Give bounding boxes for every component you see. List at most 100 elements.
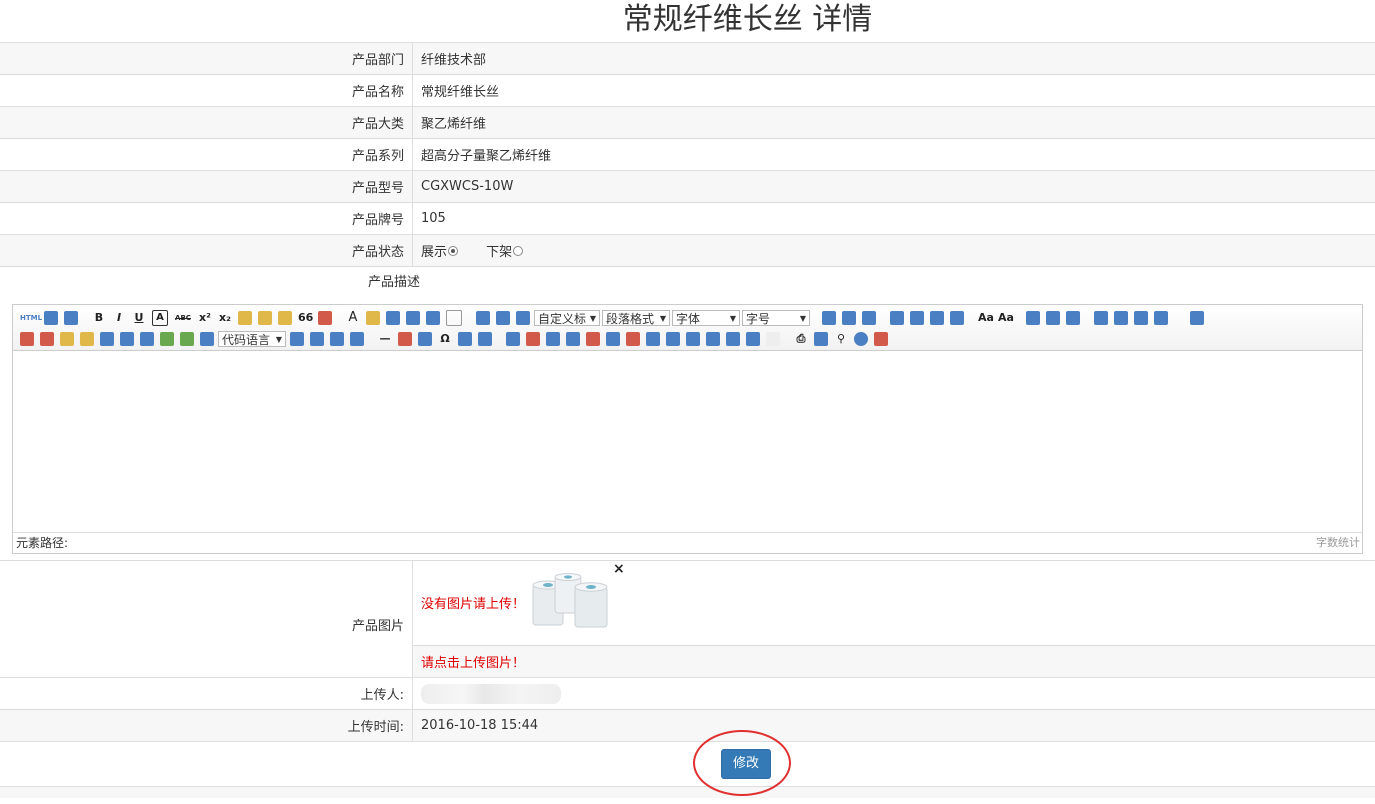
html-source-button[interactable]: HTML [20,311,42,325]
remove-image-close-icon[interactable]: × [613,561,625,577]
emotion-icon[interactable] [60,331,74,346]
insert-video-icon[interactable] [100,331,114,346]
attachment-icon[interactable] [140,331,154,346]
subscript-icon[interactable]: x₂ [218,311,232,325]
align-center-icon[interactable] [910,310,924,325]
align-justify-icon[interactable] [950,310,964,325]
rtl-icon[interactable] [842,310,856,325]
line-height-icon[interactable] [516,310,530,325]
split-to-rows-icon[interactable] [726,331,740,346]
page-break-icon[interactable] [310,331,324,346]
font-size-select[interactable]: 字号 ▼ [742,309,810,326]
horizontal-rule-icon[interactable]: — [378,332,392,346]
merge-cells-icon[interactable] [646,331,660,346]
print-icon[interactable]: ⎙ [794,332,808,346]
editor-statusbar: 元素路径: 字数统计 [13,532,1362,553]
font-border-icon[interactable]: A [152,309,168,326]
music-icon[interactable] [120,331,134,346]
chart-icon[interactable] [766,331,780,346]
lowercase-icon[interactable]: Aa [998,311,1014,325]
row-spacing-bottom-icon[interactable] [496,310,510,325]
paste-text-icon[interactable] [318,310,332,325]
ltr-icon[interactable] [822,310,836,325]
snapscreen-icon[interactable] [478,331,492,346]
redo-icon[interactable] [64,310,78,325]
time-icon[interactable] [418,331,432,346]
anchor-icon[interactable] [1066,310,1080,325]
indent-icon[interactable] [862,310,876,325]
image-center-icon[interactable] [1154,310,1168,325]
editor-content-area[interactable] [13,351,1362,531]
scrawl-icon[interactable] [80,331,94,346]
link-icon[interactable] [1026,310,1040,325]
image-left-icon[interactable] [1114,310,1128,325]
web-app-icon[interactable] [290,331,304,346]
uppercase-icon[interactable]: Aa [978,311,994,325]
special-chars-icon[interactable]: Ω [438,332,452,346]
template-icon[interactable] [330,331,344,346]
paragraph-format-select[interactable]: 段落格式 ▼ [602,309,670,326]
bold-button[interactable]: B [92,311,106,325]
align-right-icon[interactable] [930,310,944,325]
map-icon[interactable] [160,331,174,346]
background-icon[interactable] [350,331,364,346]
radio-checked-icon[interactable] [448,245,459,256]
custom-title-select[interactable]: 自定义标 ▼ [534,309,600,326]
modify-button[interactable]: 修改 [721,749,771,779]
merge-right-icon[interactable] [666,331,680,346]
help-icon[interactable] [854,331,868,346]
unlink-icon[interactable] [1046,310,1060,325]
font-color-button[interactable]: A [346,310,360,325]
search-replace-icon[interactable]: ⚲ [834,332,848,346]
upload-cell[interactable]: 请点击上传图片！ [412,645,1375,678]
insert-col-icon[interactable] [606,331,620,346]
field-value [412,677,1375,710]
code-language-select[interactable]: 代码语言 ▼ [218,330,286,347]
strikethrough-button[interactable]: ABC [174,311,192,325]
split-to-cells-icon[interactable] [706,331,720,346]
background-color-icon[interactable] [366,310,380,325]
insert-frame-icon[interactable] [200,331,214,346]
image-right-icon[interactable] [1134,310,1148,325]
delete-table-icon[interactable] [526,331,540,346]
status-radio-offline[interactable]: 下架 [486,241,524,260]
wordimage-icon[interactable] [458,331,472,346]
insert-row-icon[interactable] [566,331,580,346]
merge-down-icon[interactable] [686,331,700,346]
align-left-icon[interactable] [890,310,904,325]
format-brush-icon[interactable] [258,310,272,325]
field-row-status: 产品状态 展示 下架 [0,234,1375,266]
insert-image-icon[interactable] [40,331,54,346]
blockquote-button[interactable]: 66 [298,311,313,325]
status-radio-show[interactable]: 展示 [421,241,459,260]
unordered-list-icon[interactable] [406,310,420,325]
delete-row-icon[interactable] [586,331,600,346]
eraser-icon[interactable] [238,310,252,325]
superscript-icon[interactable]: x² [198,311,212,325]
undo-icon[interactable] [44,310,58,325]
preview-icon[interactable] [814,331,828,346]
insert-table-icon[interactable] [506,331,520,346]
image-none-icon[interactable] [1094,310,1108,325]
clear-doc-icon[interactable] [446,309,462,326]
date-icon[interactable] [398,331,412,346]
split-to-cols-icon[interactable] [746,331,760,346]
select-all-icon[interactable] [426,310,440,325]
upload-image-prompt[interactable]: 请点击上传图片！ [421,656,525,671]
radio-unchecked-icon[interactable] [513,245,524,256]
field-row-image: 产品图片 没有图片请上传！ × [0,560,1375,678]
italic-button[interactable]: I [112,311,126,325]
insert-paragraph-before-table-icon[interactable] [546,331,560,346]
google-map-icon[interactable] [180,331,194,346]
delete-col-icon[interactable] [626,331,640,346]
row-spacing-top-icon[interactable] [476,310,490,325]
fullscreen-icon[interactable] [1190,310,1204,325]
description-label: 产品描述 [0,266,1375,298]
font-family-select[interactable]: 字体 ▼ [672,309,740,326]
drafts-icon[interactable] [874,331,888,346]
simple-upload-icon[interactable] [20,331,34,346]
auto-format-icon[interactable] [278,310,292,325]
underline-button[interactable]: U [132,311,146,325]
ordered-list-icon[interactable] [386,310,400,325]
status-options: 展示 下架 [412,234,1375,266]
